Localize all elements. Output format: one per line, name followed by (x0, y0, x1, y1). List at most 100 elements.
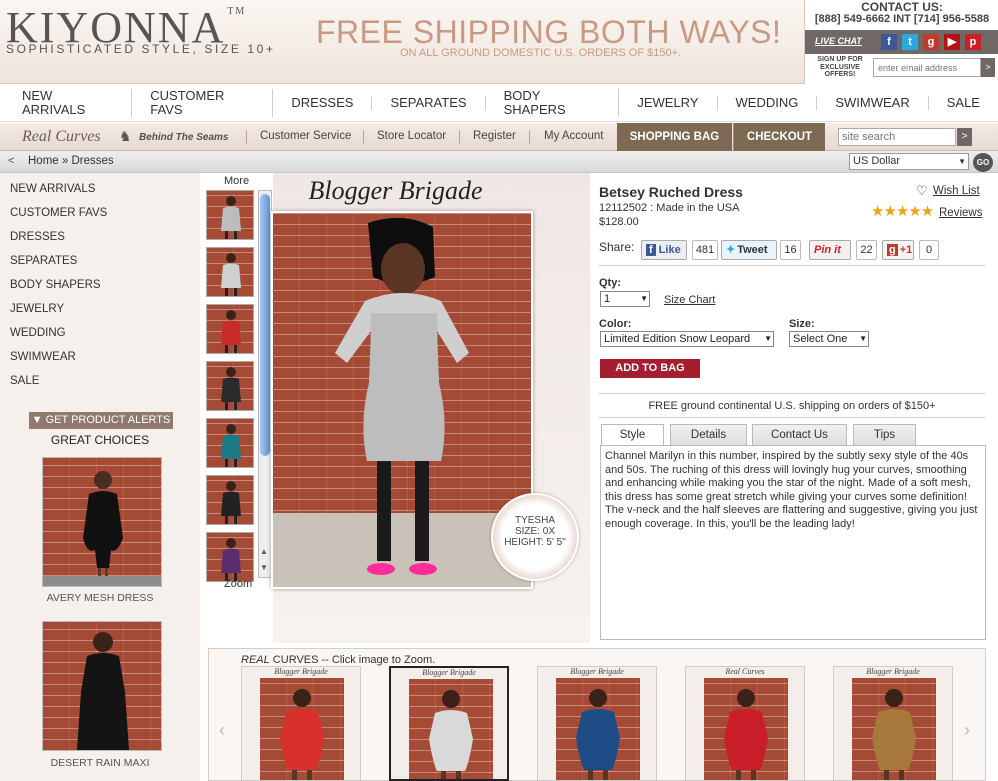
tweet-button[interactable]: ✦ Tweet (721, 240, 777, 260)
product-thumbnail[interactable] (206, 475, 254, 525)
sidebar-item-new-arrivals[interactable]: NEW ARRIVALS (10, 183, 95, 195)
shipping-note: FREE ground continental U.S. shipping on… (648, 400, 936, 412)
search-submit-button[interactable]: > (957, 128, 972, 146)
checkout-button[interactable]: CHECKOUT (733, 123, 825, 151)
back-arrow-icon[interactable]: < (8, 155, 14, 167)
gallery-item[interactable]: Blogger Brigade (389, 666, 509, 781)
desert-rain-maxi-image[interactable] (42, 621, 162, 751)
sidebar-item-dresses[interactable]: DRESSES (10, 231, 65, 243)
nav-new-arrivals[interactable]: NEW ARRIVALS (4, 88, 133, 117)
scroll-down-icon[interactable]: ▼ (260, 563, 268, 572)
store-locator-link[interactable]: Store Locator (377, 130, 446, 142)
qty-select[interactable]: 1 ▼ (600, 291, 650, 307)
tab-style[interactable]: Style (601, 424, 664, 446)
pinterest-icon[interactable]: p (965, 34, 981, 50)
gallery-item-photo (260, 678, 344, 780)
nav-body-shapers[interactable]: BODY SHAPERS (486, 88, 620, 117)
google-plus-one-button[interactable]: g +1 (882, 240, 914, 260)
thumbnail-scrollbar[interactable]: ▲ ▼ (258, 190, 272, 578)
pin-it-button[interactable]: Pin it (809, 240, 851, 260)
gallery-item[interactable]: Real Curves (685, 666, 805, 781)
nav-jewelry[interactable]: JEWELRY (619, 95, 718, 110)
live-chat-link[interactable]: LIVE CHAT (815, 36, 862, 46)
nav-dresses[interactable]: DRESSES (273, 95, 373, 110)
gallery-item[interactable]: Blogger Brigade (241, 666, 361, 781)
gallery-prev-arrow-icon[interactable]: ‹ (219, 720, 225, 741)
scroll-up-icon[interactable]: ▲ (260, 547, 268, 556)
product-thumbnail[interactable] (206, 190, 254, 240)
gallery-item-title: Blogger Brigade (866, 667, 920, 676)
gallery-item-title: Blogger Brigade (422, 668, 476, 677)
model-photo (872, 689, 916, 780)
size-chart-link[interactable]: Size Chart (664, 294, 715, 306)
gallery-item[interactable]: Blogger Brigade (537, 666, 657, 781)
wish-list-link[interactable]: Wish List (933, 185, 980, 197)
sidebar: NEW ARRIVALS CUSTOMER FAVS DRESSES SEPAR… (0, 173, 200, 781)
color-select[interactable]: Limited Edition Snow Leopard ▼ (600, 331, 774, 347)
sidebar-item-separates[interactable]: SEPARATES (10, 255, 77, 267)
nav-sale[interactable]: SALE (929, 95, 998, 110)
facebook-icon[interactable]: f (881, 34, 897, 50)
twitter-icon[interactable]: t (902, 34, 918, 50)
thumbnail-photo (221, 538, 241, 581)
add-to-bag-button[interactable]: ADD TO BAG (600, 359, 700, 378)
sidebar-item-jewelry[interactable]: JEWELRY (10, 303, 64, 315)
product-thumbnail[interactable] (206, 361, 254, 411)
avery-mesh-dress-image[interactable] (42, 457, 162, 587)
product-thumbnail[interactable] (206, 304, 254, 354)
my-account-link[interactable]: My Account (544, 130, 603, 142)
avery-mesh-dress-label[interactable]: AVERY MESH DRESS (0, 592, 200, 604)
nav-separates[interactable]: SEPARATES (372, 95, 486, 110)
nav-customer-favs[interactable]: CUSTOMER FAVS (132, 88, 274, 117)
customer-service-link[interactable]: Customer Service (260, 130, 351, 142)
heart-icon[interactable]: ♡ (916, 183, 928, 199)
model-size-badge: TYESHA SIZE: 0X HEIGHT: 5' 5" (491, 493, 579, 581)
currency-select[interactable]: US Dollar ▼ (849, 153, 969, 170)
scrollbar-thumb[interactable] (260, 194, 270, 456)
sidebar-item-wedding[interactable]: WEDDING (10, 327, 66, 339)
promo-title[interactable]: FREE SHIPPING BOTH WAYS! (316, 14, 781, 51)
product-price: $128.00 (599, 216, 639, 228)
social-bar: LIVE CHAT f t g ▶ p (805, 30, 998, 54)
size-select[interactable]: Select One ▼ (789, 331, 869, 347)
sidebar-item-customer-favs[interactable]: CUSTOMER FAVS (10, 207, 107, 219)
sidebar-item-body-shapers[interactable]: BODY SHAPERS (10, 279, 101, 291)
breadcrumb[interactable]: Home » Dresses (28, 155, 114, 167)
chevron-down-icon: ▼ (640, 294, 648, 303)
product-thumbnail[interactable] (206, 418, 254, 468)
dress-form-icon: ♞ (119, 128, 132, 144)
register-link[interactable]: Register (473, 130, 516, 142)
currency-go-button[interactable]: GO (973, 153, 993, 172)
email-submit-button[interactable]: > (981, 58, 995, 77)
youtube-icon[interactable]: ▶ (944, 34, 960, 50)
size-label: Size: (789, 318, 815, 330)
email-signup-input[interactable] (873, 58, 981, 77)
gallery-caption: REAL CURVES -- Click image to Zoom. (241, 654, 436, 666)
facebook-like-button[interactable]: f Like (641, 240, 687, 260)
tab-tips[interactable]: Tips (853, 424, 916, 445)
sidebar-item-sale[interactable]: SALE (10, 375, 39, 387)
product-alerts-button[interactable]: ▼ GET PRODUCT ALERTS (29, 412, 173, 429)
behind-the-seams-link[interactable]: Behind The Seams (139, 132, 228, 143)
site-search-input[interactable] (838, 128, 956, 146)
reviews-link[interactable]: Reviews (939, 207, 982, 219)
tab-details[interactable]: Details (670, 424, 747, 445)
divider (599, 265, 985, 266)
sidebar-item-swimwear[interactable]: SWIMWEAR (10, 351, 76, 363)
desert-rain-maxi-label[interactable]: DESERT RAIN MAXI (0, 757, 200, 769)
zoom-label[interactable]: Zoom (224, 578, 252, 590)
more-label[interactable]: More (224, 175, 249, 187)
shopping-bag-button[interactable]: SHOPPING BAG (617, 123, 732, 151)
google-plus-icon[interactable]: g (923, 34, 939, 50)
product-thumbnail[interactable] (206, 247, 254, 297)
nav-swimwear[interactable]: SWIMWEAR (817, 95, 929, 110)
gallery-item-photo (556, 678, 640, 780)
tab-contact-us[interactable]: Contact Us (752, 424, 847, 445)
gallery-item[interactable]: Blogger Brigade (833, 666, 953, 781)
chevron-down-icon: ▼ (764, 334, 772, 343)
real-curves-link[interactable]: Real Curves (22, 128, 101, 146)
nav-wedding[interactable]: WEDDING (718, 95, 818, 110)
gallery-next-arrow-icon[interactable]: › (964, 720, 970, 741)
site-header: KIYONNA TM SOPHISTICATED STYLE, SIZE 10+ … (0, 0, 998, 84)
product-thumbnail[interactable] (206, 532, 254, 582)
